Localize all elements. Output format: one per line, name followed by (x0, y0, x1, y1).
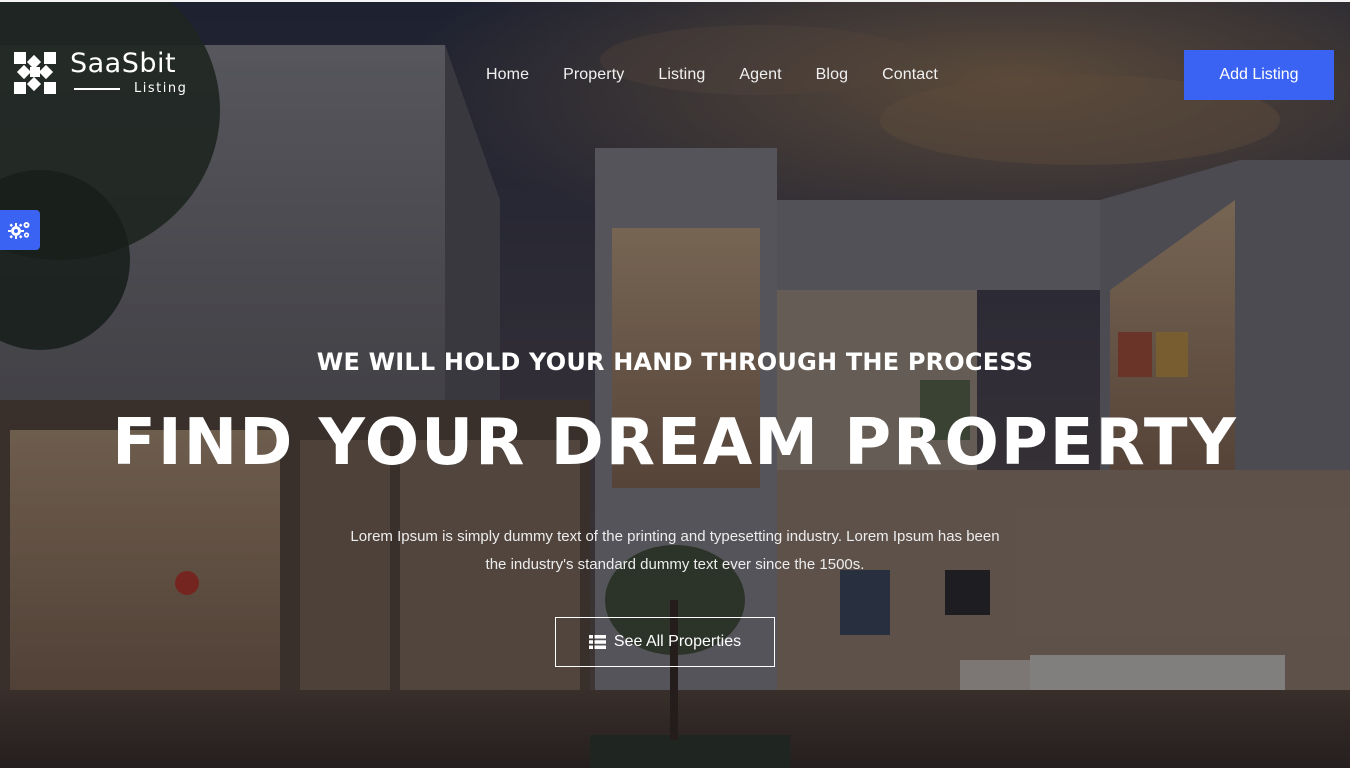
settings-panel-toggle[interactable] (0, 210, 40, 250)
brand-tagline-row: Listing (70, 81, 187, 96)
see-all-properties-label: See All Properties (613, 633, 742, 650)
hero-kicker: WE WILL HOLD YOUR HAND THROUGH THE PROCE… (316, 348, 1034, 376)
nav-item-agent: Agent (722, 63, 798, 87)
brand-tagline: Listing (134, 81, 188, 96)
list-icon (588, 635, 606, 649)
add-listing-button[interactable]: Add Listing (1184, 50, 1334, 100)
brand-name: SaaSbit (70, 48, 177, 79)
nav-item-home: Home (469, 63, 546, 87)
nav-item-listing: Listing (641, 63, 722, 87)
gears-icon (8, 222, 30, 239)
hero-description: Lorem Ipsum is simply dummy text of the … (350, 528, 1000, 573)
nav-item-blog: Blog (799, 63, 865, 87)
nav-item-contact: Contact (865, 63, 955, 87)
logo-text: SaaSbit Listing (70, 48, 187, 97)
hero-headline: FIND YOUR DREAM PROPERTY (112, 406, 1238, 480)
nav-link-blog[interactable]: Blog (799, 63, 865, 87)
main-nav: Home Property Listing Agent Blog Contact (469, 63, 955, 87)
nav-link-listing[interactable]: Listing (641, 63, 722, 87)
nav-link-contact[interactable]: Contact (865, 63, 955, 87)
hero-section: SaaSbit Listing Home Property Listing Ag… (0, 0, 1350, 768)
logo-icon (14, 52, 56, 94)
nav-item-property: Property (546, 63, 641, 87)
see-all-properties-button[interactable]: See All Properties (555, 617, 775, 667)
nav-link-property[interactable]: Property (546, 63, 641, 87)
top-border (0, 0, 1350, 2)
brand-divider (74, 87, 120, 90)
nav-link-agent[interactable]: Agent (722, 63, 798, 87)
brand-logo[interactable]: SaaSbit Listing (14, 50, 187, 96)
nav-link-home[interactable]: Home (469, 63, 546, 87)
